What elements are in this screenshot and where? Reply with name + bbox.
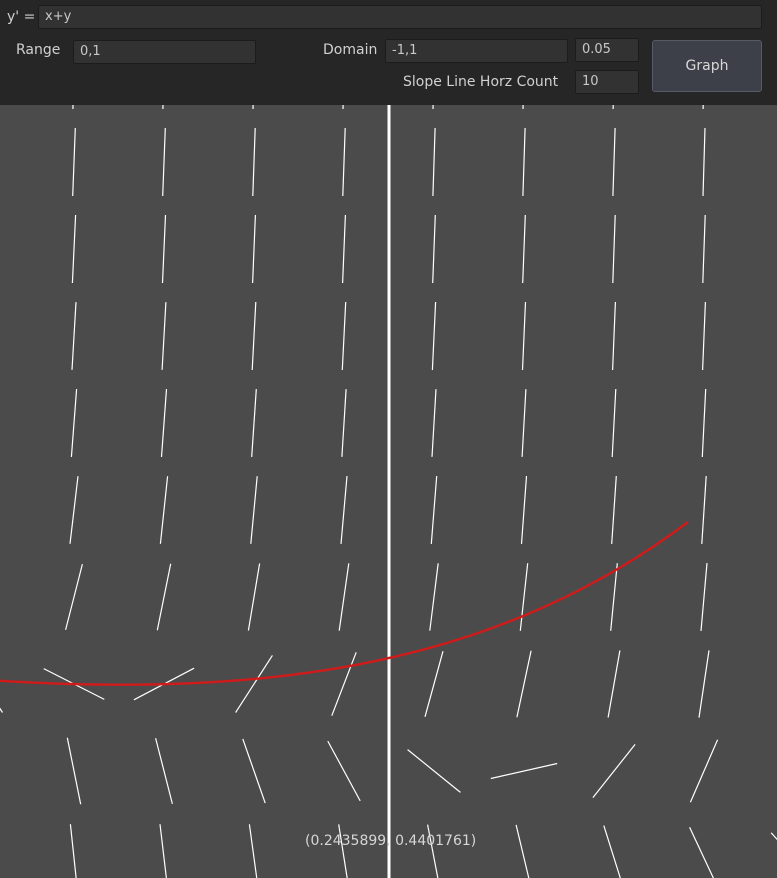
slope-line <box>407 749 461 793</box>
coordinate-readout: (0.2435899, 0.4401761) <box>305 833 477 849</box>
slope-line <box>515 824 530 878</box>
slope-line <box>490 762 558 780</box>
slope-line <box>522 214 526 284</box>
slope-line <box>522 105 524 110</box>
slope-line <box>612 301 616 371</box>
equation-prefix-label: y' = <box>7 9 36 25</box>
slope-line <box>342 127 346 197</box>
range-input[interactable]: 0,1 <box>73 40 256 64</box>
slope-line <box>161 214 167 284</box>
slope-line <box>251 389 257 457</box>
slope-line <box>252 214 256 284</box>
slope-line <box>156 563 172 631</box>
slope-line <box>341 301 347 371</box>
domain-step-input[interactable]: 0.05 <box>575 38 639 62</box>
slope-line <box>70 389 78 457</box>
slope-line <box>424 651 444 717</box>
slope-line <box>340 476 348 544</box>
slope-line <box>431 301 437 371</box>
domain-input[interactable]: -1,1 <box>385 39 568 63</box>
slope-line <box>432 127 436 197</box>
slope-line <box>429 563 439 631</box>
slope-line <box>522 127 526 197</box>
slope-line <box>162 105 164 110</box>
slope-line <box>71 214 77 284</box>
slope-line <box>252 105 254 110</box>
slope-line <box>72 105 74 110</box>
slope-line <box>521 389 527 457</box>
toolbar: y' = x+y Range 0,1 Domain -1,1 0.05 Slop… <box>0 0 777 105</box>
slope-line <box>162 127 166 197</box>
slope-line <box>235 655 273 713</box>
equation-input[interactable]: x+y <box>38 5 762 29</box>
slope-line <box>516 650 532 718</box>
slope-line <box>251 301 257 371</box>
slope-line <box>252 127 256 197</box>
slope-line <box>327 740 361 802</box>
slope-line <box>592 744 636 798</box>
slope-line <box>248 824 258 878</box>
slope-line <box>701 476 707 544</box>
slope-line <box>71 302 77 370</box>
slope-line <box>247 563 261 631</box>
slope-line <box>160 389 168 457</box>
slope-line <box>689 739 719 803</box>
slope-line <box>702 214 706 284</box>
slope-line <box>689 826 715 878</box>
slope-line <box>159 476 169 544</box>
slope-line <box>331 652 357 716</box>
slope-line <box>519 563 529 631</box>
slope-line <box>611 476 617 544</box>
slope-line <box>65 563 83 631</box>
slope-line <box>612 105 614 110</box>
slope-line <box>702 105 704 110</box>
slope-line <box>432 105 434 110</box>
slope-line <box>612 214 616 284</box>
slope-line <box>702 301 706 371</box>
domain-label: Domain <box>323 42 378 58</box>
slope-line <box>0 707 4 713</box>
slope-line <box>69 476 79 544</box>
slope-line <box>700 563 708 631</box>
slope-line <box>72 127 76 197</box>
slope-line <box>341 389 347 457</box>
slope-line <box>161 302 167 370</box>
slope-line <box>159 824 167 878</box>
slope-count-input[interactable]: 10 <box>575 70 639 94</box>
slope-line <box>702 127 706 197</box>
slope-line <box>701 388 707 458</box>
graph-button[interactable]: Graph <box>652 40 762 92</box>
range-label: Range <box>16 42 61 58</box>
slope-line <box>612 127 616 197</box>
slope-line <box>342 105 344 110</box>
slope-line <box>521 301 527 371</box>
slope-field-plot[interactable] <box>0 105 777 878</box>
slope-line <box>432 214 436 284</box>
slope-line <box>607 650 621 718</box>
solution-curve <box>0 520 689 686</box>
slope-line <box>603 825 621 878</box>
slope-line <box>242 738 266 804</box>
slope-line <box>430 476 438 544</box>
slope-line <box>770 832 777 841</box>
slope-line <box>250 476 258 544</box>
slope-line <box>342 214 346 284</box>
slope-line <box>520 476 528 544</box>
slope-line <box>69 824 77 878</box>
slope-line <box>431 389 437 457</box>
slope-line <box>611 388 617 458</box>
slope-count-label: Slope Line Horz Count <box>403 74 559 90</box>
slope-line <box>66 737 82 805</box>
slope-line <box>155 737 173 805</box>
slope-line <box>338 563 350 631</box>
slope-line <box>698 650 710 718</box>
